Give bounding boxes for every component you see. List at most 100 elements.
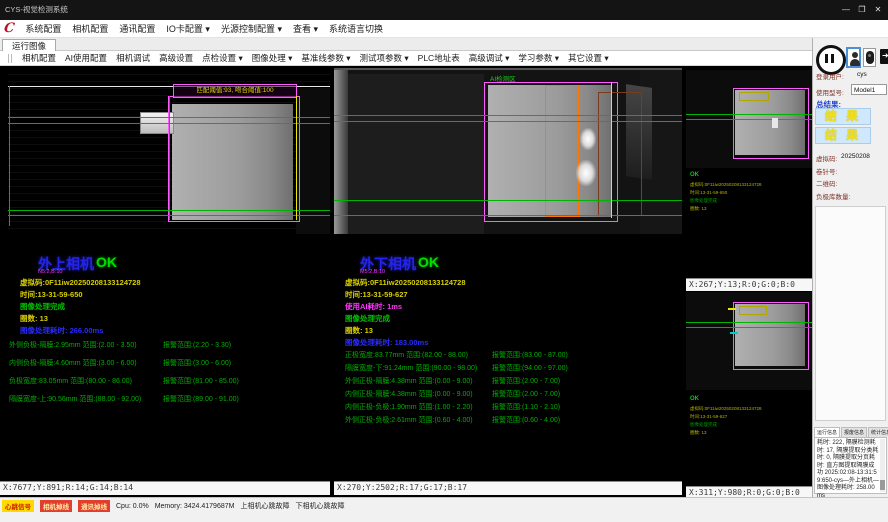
lower-camera-heartbeat: 下相机心跳故障 (295, 501, 344, 511)
alarm-range-text: 报警范围:(94.00 - 97.00) (492, 363, 568, 373)
log-scrollbar-thumb[interactable] (880, 480, 885, 490)
tb-camera-config[interactable]: 相机配置 (22, 52, 56, 64)
measure-line (686, 322, 812, 323)
measure-line-yellow (296, 96, 297, 220)
model-select[interactable]: Model1 (851, 84, 887, 95)
middle-turn-count: 圈数: 13 (345, 325, 373, 336)
log-scrollbar[interactable] (880, 439, 885, 492)
menu-language-switch[interactable]: 系统语言切换 (329, 22, 383, 35)
left-pixel-caption: X:7677;Y:891;R:14;G:14;B:14 (0, 481, 330, 495)
tab-strip: 运行图像 (0, 38, 812, 51)
measurement-text: 隔膜宽度-上:90.56mm 范围:(88.00 - 92.00) (9, 394, 141, 404)
result-list-box[interactable] (815, 206, 886, 421)
middle-time: 时间:13-31-59-627 (345, 289, 408, 300)
maximize-button[interactable]: ❐ (854, 0, 870, 20)
small-top-camera-view[interactable] (686, 70, 812, 168)
result-display-2: 结 果 (815, 127, 871, 144)
small-bottom-line: 圈数: 13 (690, 430, 707, 436)
log-tab-strip: 运行信息 报废信息 统计信息 (814, 427, 888, 437)
tb-ai-config[interactable]: AI使用配置 (65, 52, 107, 64)
tb-advanced-debug[interactable]: 高级调试 ▾ (469, 52, 510, 64)
top-edge (334, 68, 682, 70)
small-bottom-camera-view[interactable] (686, 292, 812, 390)
small-top-pixel-caption: X:267;Y:13;R:0;G:0;B:0 (686, 278, 812, 291)
user-icon (850, 59, 860, 66)
menu-camera-config[interactable]: 相机配置 (72, 22, 108, 35)
status-bar: 心跳信号 相机掉线 通讯掉线 Cpu: 0.0% Memory: 3424.41… (0, 497, 888, 522)
measure-line (686, 114, 812, 115)
green-edge-line (9, 86, 10, 226)
measurement-text: 内侧正极-负极:1.90mm 范围:(1.00 - 2.20) (345, 402, 473, 412)
measurement-text: 正极宽度:83.77mm 范围:(82.00 - 88.00) (345, 350, 468, 360)
titlebar: CYS-视觉检测系统 — ❐ ✕ (0, 0, 888, 20)
user-login-button[interactable] (846, 47, 861, 68)
menu-io-config[interactable]: IO卡配置 ▾ (166, 22, 210, 35)
small-top-line: 圈数: 13 (690, 206, 707, 212)
minimize-button[interactable]: — (838, 0, 854, 20)
tb-advanced-settings[interactable]: 高级设置 (159, 52, 193, 64)
upper-camera-heartbeat: 上相机心跳故障 (240, 501, 289, 511)
alarm-range-text: 报警范围:(2.20 - 3.30) (163, 340, 231, 350)
glare-spot (576, 160, 596, 186)
tb-image-processing[interactable]: 图像处理 ▾ (252, 52, 293, 64)
tb-plc-address[interactable]: PLC地址表 (418, 52, 460, 64)
tb-test-params[interactable]: 测试项参数 ▾ (360, 52, 409, 64)
measure-line-yellow (611, 82, 612, 218)
result-display-1: 结 果 (815, 108, 871, 125)
tb-other-settings[interactable]: 其它设置 ▾ (568, 52, 609, 64)
exit-arrow-icon: ➜ (882, 52, 888, 60)
log-tab-run[interactable]: 运行信息 (814, 427, 840, 437)
toolbar-grip[interactable] (8, 54, 12, 63)
overlay-mark (739, 306, 767, 315)
log-panel[interactable]: 耗时: 222, 隔膜检测耗时: 17, 隔膜提取分类耗时: 0, 隔膜提取分页… (814, 437, 887, 494)
measure-line (686, 119, 812, 120)
cpu-usage: Cpu: 0.0% (116, 503, 149, 510)
left-camera-view[interactable]: 匹配阈值:93, 吻合阈值:100 (8, 74, 330, 234)
menu-light-control[interactable]: 光源控制配置 ▾ (221, 22, 282, 35)
threshold-overlay-label: 匹配阈值:93, 吻合阈值:100 (173, 84, 297, 98)
comm-offline-badge: 通讯掉线 (78, 500, 110, 512)
machine-shadow (296, 88, 330, 234)
middle-virtual-code: 虚拟码:0F11iw20250208133124728 (345, 277, 466, 288)
alarm-range-text: 报警范围:(2.00 - 7.00) (492, 389, 560, 399)
middle-camera-view[interactable]: AI检测区 (334, 68, 682, 234)
measurement-text: 内侧正极-隔膜:4.38mm 范围:(0.00 - 9.00) (345, 389, 473, 399)
tb-baseline-params[interactable]: 基准线参数 ▾ (301, 52, 350, 64)
alarm-range-text: 报警范围:(89.00 - 91.00) (163, 394, 239, 404)
alarm-range-text: 报警范围:(1.10 - 2.10) (492, 402, 560, 412)
measurement-text: 内侧负极-隔膜:4.60mm 范围:(3.00 - 6.00) (9, 358, 137, 368)
log-tab-scrap[interactable]: 报废信息 (841, 427, 867, 437)
profile-icon (866, 51, 874, 64)
menu-comm-config[interactable]: 通讯配置 (119, 22, 155, 35)
measurement-text: 负极宽度:83.05mm 范围:(80.00 - 86.00) (9, 376, 132, 386)
left-virtual-code: 虚拟码:0F11iw20250208133124728 (20, 277, 141, 288)
small-top-line: 时间:13-31-59-650 (690, 190, 727, 196)
middle-process-done: 图像处理完成 (345, 313, 390, 324)
tb-spot-check[interactable]: 点检设置 ▾ (202, 52, 243, 64)
left-status-ok: OK (96, 254, 117, 270)
measure-line (334, 115, 682, 116)
login-user-value: cys (857, 71, 867, 78)
overlay-mark (730, 332, 738, 334)
qr-code-label: 二维码: (816, 178, 837, 188)
right-sidebar: ➜ 登录用户: cys 使用型号: Model1 总结果: 结 果 结 果 虚拟… (812, 38, 888, 497)
middle-pixel-caption: X:270;Y:2502;R:17;G:17;B:17 (334, 481, 682, 495)
left-sub-code: N5:2,B:10 (38, 269, 62, 275)
tb-learning-params[interactable]: 学习参数 ▾ (518, 52, 559, 64)
log-tab-stats[interactable]: 统计信息 (868, 427, 888, 437)
close-button[interactable]: ✕ (870, 0, 886, 20)
model-label: 使用型号: (816, 87, 844, 97)
small-bottom-line: 虚拟码:0F11iw20250208133124728 (690, 406, 761, 412)
winding-pin-label: 卷针号: (816, 166, 837, 176)
bright-rail (334, 68, 348, 234)
main-area: 匹配阈值:93, 吻合阈值:100 AI检测区 (0, 66, 812, 497)
measure-line (686, 327, 812, 328)
profile-button[interactable] (863, 48, 876, 67)
menu-view[interactable]: 查看 ▾ (293, 22, 318, 35)
menu-system-config[interactable]: 系统配置 (25, 22, 61, 35)
menu-bar: C 系统配置 相机配置 通讯配置 IO卡配置 ▾ 光源控制配置 ▾ 查看 ▾ 系… (0, 20, 888, 38)
exit-button[interactable]: ➜ (878, 47, 888, 68)
tb-camera-debug[interactable]: 相机调试 (116, 52, 150, 64)
memory-usage: Memory: 3424.4179687M (155, 503, 235, 510)
middle-status-ok: OK (418, 254, 439, 270)
